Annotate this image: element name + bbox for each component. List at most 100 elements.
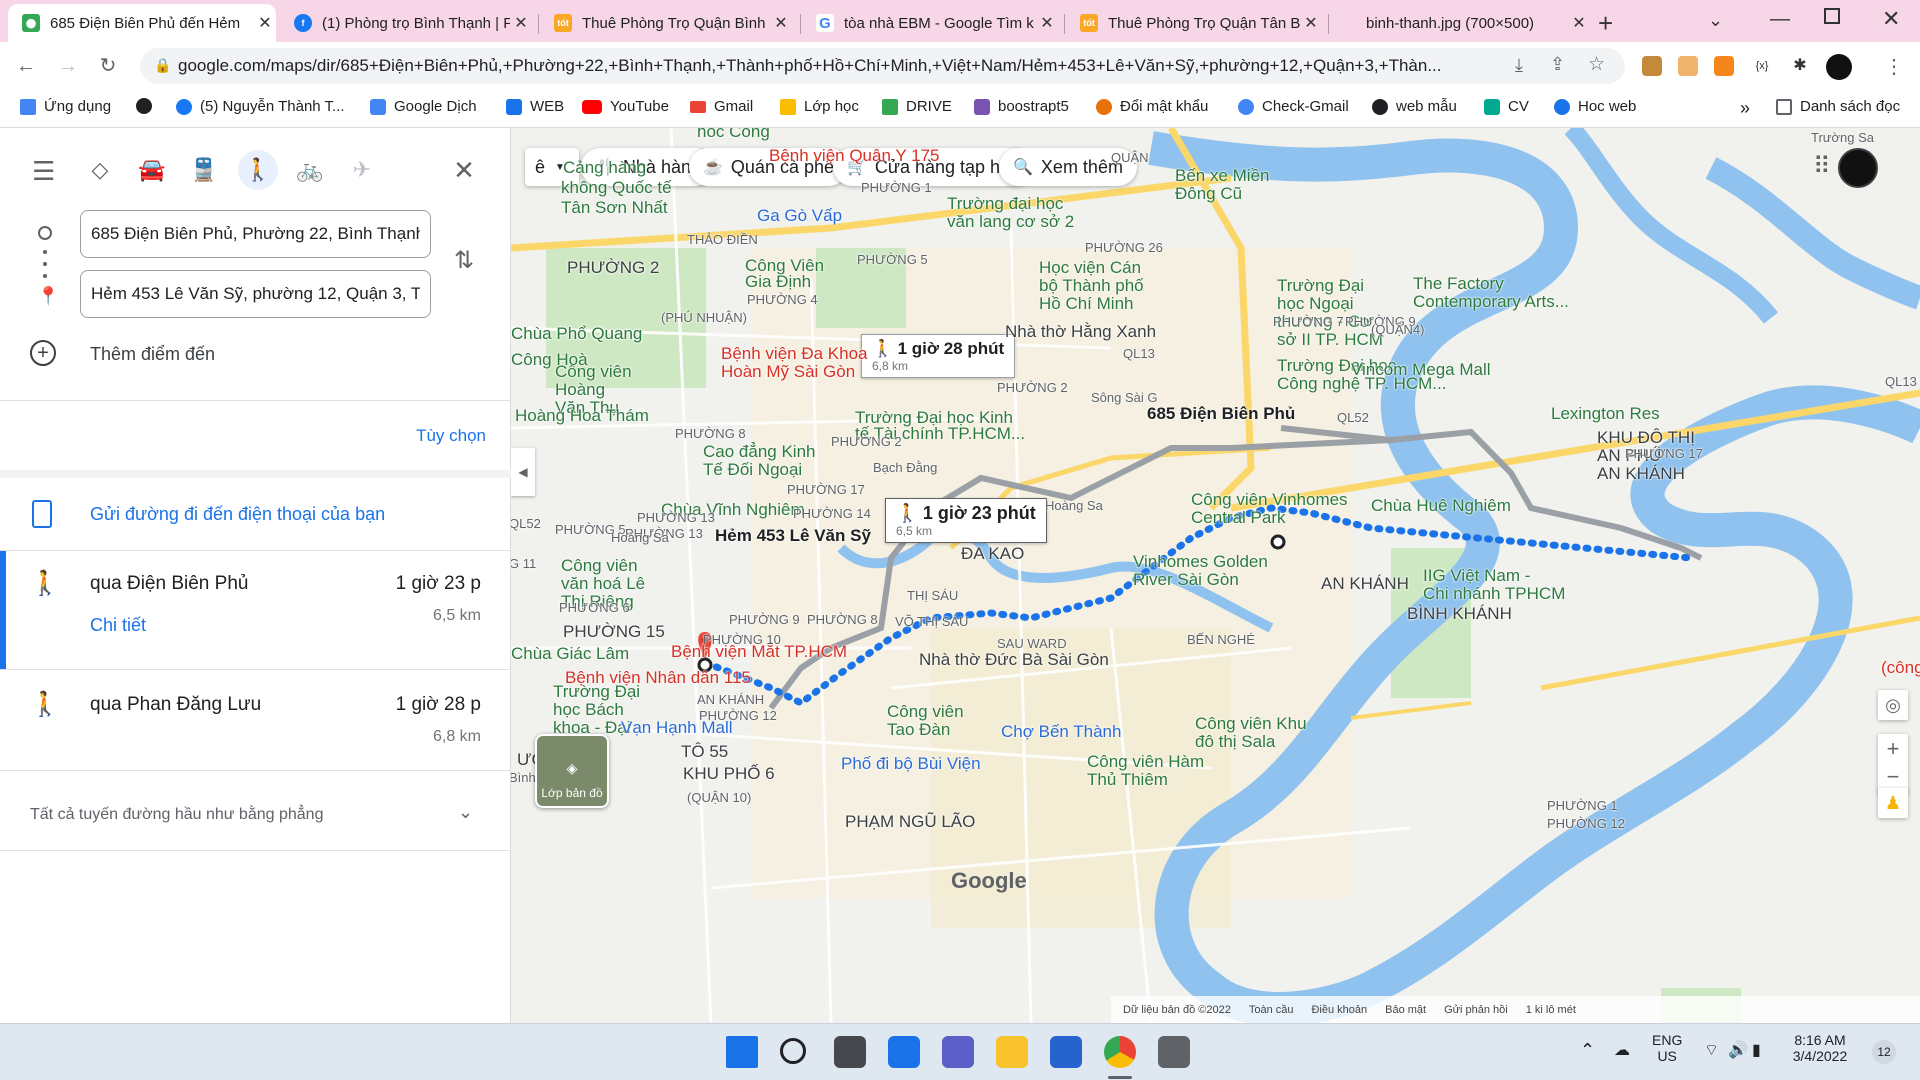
map-label-blue[interactable]: Chợ Bến Thành xyxy=(1001,722,1121,741)
search-icon[interactable] xyxy=(780,1038,806,1064)
footer-global[interactable]: Toàn cầu xyxy=(1249,1004,1294,1016)
map-label-gray[interactable]: PHƯỜNG 7 xyxy=(1273,312,1344,331)
map-label-green[interactable]: Lexington Res xyxy=(1551,404,1660,423)
close-directions-icon[interactable]: ✕ xyxy=(444,150,484,190)
map-label-gray[interactable]: G 11 xyxy=(511,554,536,573)
map-label-gray[interactable]: Hoàng Sa xyxy=(1045,496,1103,515)
wifi-icon[interactable]: ⌔ xyxy=(1704,1040,1719,1060)
bookmark-hoc-web[interactable]: Hoc web xyxy=(1554,98,1636,115)
map-label-red[interactable]: Bệnh viện Quân Y 175 xyxy=(769,146,939,165)
browser-menu-icon[interactable]: ⋮ xyxy=(1884,54,1904,79)
map-label-red[interactable]: Hoàn Mỹ Sài Gòn xyxy=(721,362,855,381)
close-tab-icon[interactable]: ✕ xyxy=(510,13,532,33)
map-label-green[interactable]: Hoàng Hoa Thám xyxy=(515,406,649,425)
extension-json-icon[interactable]: {x} xyxy=(1752,56,1772,76)
menu-icon[interactable]: ☰ xyxy=(32,156,55,187)
map-label-gray[interactable]: PHƯỜNG 12 xyxy=(699,706,777,725)
bookmark-change-password[interactable]: Đổi mật khẩu xyxy=(1096,98,1208,115)
reload-icon[interactable]: ↻ xyxy=(94,52,122,80)
map-label-gray[interactable]: PHƯỜNG 2 xyxy=(997,378,1068,397)
map-label-gray[interactable]: BẾN NGHÉ xyxy=(1187,630,1255,649)
map-label-gray[interactable]: PHƯỜNG 6 xyxy=(559,598,630,617)
map-label-gray[interactable]: PHƯỜNG 9 xyxy=(729,610,800,629)
pegman-icon[interactable]: ♟ xyxy=(1878,788,1908,818)
tab-image[interactable]: binh-thanh.jpg (700×500) ✕ xyxy=(1330,4,1590,42)
map-label-gray[interactable]: (QUẬN 10) xyxy=(687,788,751,807)
map-label-gray[interactable]: PHƯỜNG 14 xyxy=(793,504,871,523)
map-label-green[interactable]: văn lang cơ sở 2 xyxy=(947,212,1074,231)
map-label-gray[interactable]: QL52 xyxy=(1337,408,1369,427)
map-label-green[interactable]: Học viện Cán xyxy=(1039,258,1141,277)
map-label-green[interactable]: Gia Định xyxy=(745,272,811,291)
map-label-dark[interactable]: BÌNH KHÁNH xyxy=(1407,604,1512,623)
map-label-green[interactable]: Công viên xyxy=(561,556,638,575)
swap-icon[interactable]: ⇅ xyxy=(454,246,474,275)
map-label-gray[interactable]: QUẬN xyxy=(1111,148,1149,167)
map-label-gray[interactable]: (QUẬN4) xyxy=(1371,320,1424,339)
transit-icon[interactable]: 🚆 xyxy=(184,150,224,190)
cloud-icon[interactable]: ☁ xyxy=(1614,1040,1630,1060)
map-label-gray[interactable]: Bạch Đằng xyxy=(873,458,937,477)
bookmark-facebook[interactable]: (5) Nguyễn Thành T... xyxy=(176,98,345,115)
destination-input[interactable] xyxy=(80,270,431,318)
maximize-icon[interactable] xyxy=(1824,8,1840,24)
flight-icon[interactable]: ✈ xyxy=(342,150,382,190)
map-label-gray[interactable]: PHƯỜNG 12 xyxy=(1547,814,1625,833)
bookmark-globe[interactable] xyxy=(136,98,160,114)
add-destination-link[interactable]: Thêm điểm đến xyxy=(90,344,215,365)
map-label-gray[interactable]: QL13 xyxy=(1885,372,1917,391)
bicycle-icon[interactable]: 🚲 xyxy=(290,150,330,190)
map-label-gray[interactable]: VÕ THỊ SÁU xyxy=(895,612,968,631)
map-label-gray[interactable]: Sông Sài G xyxy=(1091,388,1158,407)
reading-list[interactable]: Danh sách đọc xyxy=(1776,98,1900,115)
map-label-green[interactable]: Tân Sơn Nhất xyxy=(561,198,668,217)
map-label-dark[interactable]: Nhà thờ Hằng Xanh xyxy=(1005,322,1156,341)
map-label-gray[interactable]: PHƯỜNG 10 xyxy=(703,630,781,649)
map-label-green[interactable]: IIG Việt Nam - xyxy=(1423,566,1530,585)
footer-privacy[interactable]: Bảo mật xyxy=(1385,1004,1426,1016)
share-icon[interactable]: ⇪ xyxy=(1550,54,1565,75)
battery-icon[interactable]: ▮ xyxy=(1752,1040,1761,1060)
send-to-phone-link[interactable]: Gửi đường đi đến điện thoại của bạn xyxy=(90,504,385,525)
map-label-green[interactable]: Công Hoà xyxy=(511,350,588,369)
map-label-green[interactable]: The Factory xyxy=(1413,274,1504,293)
tab-search-chevron-icon[interactable]: ⌄ xyxy=(1708,10,1723,31)
route-option-alternative[interactable]: 🚶 qua Phan Đăng Lưu 1 giờ 28 p 6,8 km xyxy=(0,670,511,770)
map-label-green[interactable]: Cảng hàng xyxy=(563,158,646,177)
collapse-panel-icon[interactable]: ◀ xyxy=(511,448,535,496)
profile-avatar[interactable] xyxy=(1826,54,1852,80)
best-route-icon[interactable]: ◇ xyxy=(80,150,120,190)
map-label-gray[interactable]: QL52 xyxy=(511,514,541,533)
close-tab-icon[interactable]: ✕ xyxy=(1300,13,1322,33)
close-window-icon[interactable]: ✕ xyxy=(1882,6,1900,32)
back-icon[interactable]: ← xyxy=(12,52,40,80)
map-label-gray[interactable]: THẢO ĐIỀN xyxy=(687,230,758,249)
tab-google-search[interactable]: G tòa nhà EBM - Google Tìm k ✕ xyxy=(802,4,1058,42)
footer-feedback[interactable]: Gửi phản hồi xyxy=(1444,1004,1508,1016)
map-label-green[interactable]: Thủ Thiêm xyxy=(1087,770,1168,789)
bookmark-web[interactable]: WEB xyxy=(506,98,564,115)
chevron-down-icon[interactable]: ⌄ xyxy=(458,802,473,823)
bookmark-star-icon[interactable]: ☆ xyxy=(1588,53,1605,76)
map-label-gray[interactable]: Bình xyxy=(511,768,536,787)
bookmark-gmail[interactable]: Gmail xyxy=(690,98,753,115)
walking-icon[interactable]: 🚶 xyxy=(238,150,278,190)
file-explorer-icon[interactable] xyxy=(996,1036,1028,1068)
map-label-dark[interactable]: PHƯỜNG 2 xyxy=(567,258,659,277)
map-label-green[interactable]: Chùa Giác Lâm xyxy=(511,644,629,663)
metamask-icon[interactable] xyxy=(1714,56,1734,76)
map-label-gray[interactable]: SAU WARD xyxy=(997,634,1067,653)
close-tab-icon[interactable]: ✕ xyxy=(770,13,792,33)
map-label-green[interactable]: River Sài Gòn xyxy=(1133,570,1239,589)
map-label-red[interactable]: (công xyxy=(1881,658,1920,677)
map-label-dark[interactable]: AN KHÁNH xyxy=(1321,574,1409,593)
scale-label[interactable]: 1 ki lô mét xyxy=(1526,1004,1576,1016)
map-label-gray[interactable]: (PHÚ NHUẬN) xyxy=(661,308,747,327)
volume-icon[interactable]: 🔊 xyxy=(1728,1040,1748,1060)
extension-box-icon[interactable] xyxy=(1678,56,1698,76)
map-label-green[interactable]: Công viên Hàm xyxy=(1087,752,1204,771)
map-label-gray[interactable]: THỊ SÁU xyxy=(907,586,958,605)
map-label-green[interactable]: Trường Đại xyxy=(1277,276,1364,295)
map-label-green[interactable]: Công viên Khu xyxy=(1195,714,1307,733)
extensions-puzzle-icon[interactable]: ✱ xyxy=(1790,56,1810,76)
